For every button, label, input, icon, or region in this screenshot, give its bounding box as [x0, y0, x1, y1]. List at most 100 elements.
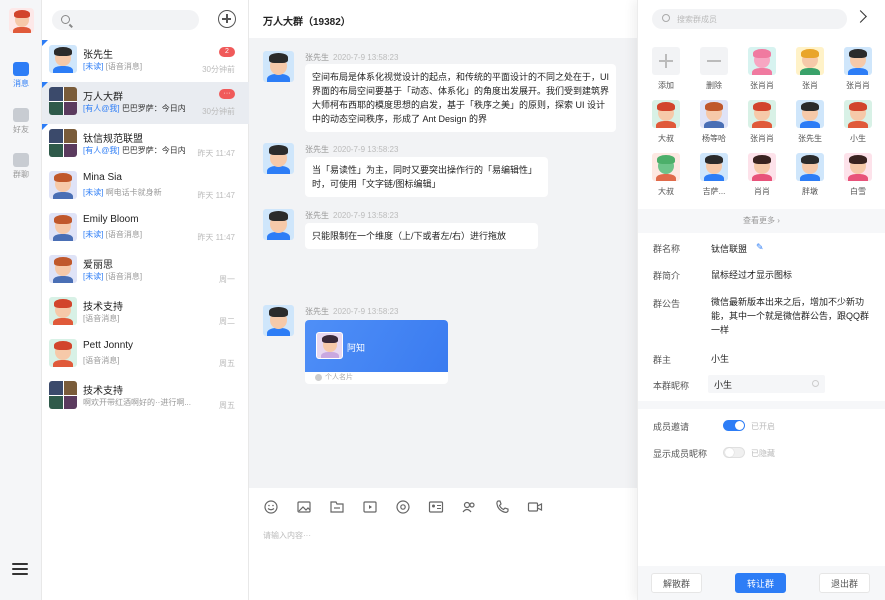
conversation-item[interactable]: 钛信规范联盟 [有人@我] 巴巴罗萨：今日内 昨天 11:47 [42, 124, 249, 166]
member-item[interactable]: 大叔 [648, 100, 684, 144]
message-input[interactable]: 请输入内容··· [263, 530, 311, 541]
divider [638, 401, 885, 409]
image-icon[interactable] [296, 499, 312, 515]
avatar [748, 100, 776, 128]
conversation-item[interactable]: Emily Bloom [未读] [语音消息] 昨天 11:47 [42, 208, 249, 250]
member-item[interactable]: 张肖肖 [744, 47, 780, 91]
conversation-name: 技术支持 [83, 386, 123, 397]
avatar [49, 339, 77, 367]
conversation-item[interactable]: 万人大群 [有人@我] 巴巴罗萨：今日内 30分钟前 ··· [42, 82, 249, 124]
intro-label: 群简介 [653, 271, 681, 281]
conversation-item[interactable]: 爱丽思 [未读] [语音消息] 周一 [42, 250, 249, 292]
member-item[interactable]: 大叔 [648, 153, 684, 197]
conversation-preview: [有人@我] 巴巴罗萨：今日内 [83, 103, 193, 114]
conversation-item[interactable]: 张先生 [未读] [语音消息] 30分钟前 2 [42, 40, 249, 82]
conversation-preview: [未读] [语音消息] [83, 271, 193, 282]
emoji-icon[interactable] [263, 499, 279, 515]
group-icon[interactable] [461, 499, 477, 515]
remove-member-button[interactable]: 删除 [696, 47, 732, 91]
unread-tag: [有人@我] [83, 146, 120, 155]
phone-icon[interactable] [494, 499, 510, 515]
conversation-item[interactable]: 技术支持 [语音消息] 周二 [42, 292, 249, 334]
intro-value: 鼠标经过才显示图标 [711, 270, 793, 280]
contact-card-icon[interactable] [428, 499, 444, 515]
conversation-item[interactable]: Pett Jonnty [语音消息] 周五 [42, 334, 249, 376]
view-more-link[interactable]: 查看更多 › [638, 209, 885, 233]
member-item[interactable]: 张肖肖 [840, 47, 876, 91]
preview-text: [语音消息] [105, 272, 143, 281]
member-item[interactable]: 胖墩 [792, 153, 828, 197]
add-member-button[interactable]: 添加 [648, 47, 684, 91]
conversation-time: 周五 [219, 401, 235, 410]
nav-item-friends[interactable]: 好友 [0, 108, 42, 135]
contact-card[interactable]: 阿知 个人名片 [305, 320, 448, 384]
add-icon[interactable] [218, 10, 236, 28]
show-nick-label: 显示成员昵称 [653, 449, 708, 459]
member-name: 大叔 [658, 187, 674, 196]
at-icon[interactable] [395, 499, 411, 515]
message-icon [13, 62, 29, 76]
conversation-item[interactable]: 技术支持 啊欢开带红酒啊好的··进行啊... 周五 [42, 376, 249, 418]
show-nick-state: 已隐藏 [751, 449, 775, 458]
member-name: 肖肖 [754, 187, 770, 196]
search-icon [61, 15, 70, 24]
conversation-name: 张先生 [83, 50, 113, 61]
member-item[interactable]: 小生 [840, 100, 876, 144]
member-item[interactable]: 白雪 [840, 153, 876, 197]
video-call-icon[interactable] [527, 499, 543, 515]
message-bubble: 只能限制在一个维度（上/下或者左/右）进行拖放 [305, 223, 538, 249]
conversation-name: 技术支持 [83, 302, 123, 313]
member-item[interactable]: 张肖 [792, 47, 828, 91]
member-item[interactable]: 杨等哈 [696, 100, 732, 144]
my-avatar[interactable] [9, 8, 34, 33]
group-name-value: 钛信联盟 [711, 244, 748, 254]
avatar [652, 153, 680, 181]
avatar[interactable] [263, 209, 294, 240]
nick-value: 小生 [714, 380, 733, 390]
dissolve-group-button[interactable]: 解散群 [651, 573, 702, 593]
search-input[interactable] [52, 10, 199, 30]
invite-toggle[interactable] [723, 420, 745, 431]
invite-label: 成员邀请 [653, 422, 690, 432]
menu-icon[interactable] [12, 563, 28, 575]
nav-item-messages[interactable]: 消息 [0, 62, 42, 89]
quit-group-button[interactable]: 退出群 [819, 573, 870, 593]
member-search-input[interactable]: 搜索群成员 [652, 9, 847, 29]
preview-text: [语音消息] [105, 62, 143, 71]
card-name: 阿知 [347, 343, 366, 353]
friends-icon [13, 108, 29, 122]
nick-input[interactable]: 小生 [708, 375, 825, 393]
avatar [49, 255, 77, 283]
search-placeholder: 搜索群成员 [677, 15, 717, 24]
invite-state: 已开启 [751, 422, 775, 431]
show-nick-toggle[interactable] [723, 447, 745, 458]
unread-tag: [未读] [83, 188, 104, 197]
preview-text: 巴巴罗萨：今日内 [121, 146, 186, 155]
message-meta: 张先生 2020-7-9 13:58:23 [305, 307, 399, 316]
nav-item-groups[interactable]: 群聊 [0, 153, 42, 180]
avatar[interactable] [263, 143, 294, 174]
conversation-preview: 啊欢开带红酒啊好的··进行啊... [83, 397, 193, 408]
message-meta: 张先生 2020-7-9 13:58:23 [305, 145, 399, 154]
file-icon[interactable] [329, 499, 345, 515]
chevron-right-icon[interactable] [854, 10, 867, 23]
conversation-time: 周一 [219, 275, 235, 284]
conversation-time: 昨天 11:47 [197, 233, 235, 242]
member-item[interactable]: 肖肖 [744, 153, 780, 197]
avatar [844, 100, 872, 128]
avatar[interactable] [263, 305, 294, 336]
conversation-item[interactable]: Mina Sia [未读] 啊电话卡就身新 昨天 11:47 [42, 166, 249, 208]
chat-area: 万人大群（19382） 张先生 2020-7-9 13:58:23 空间布局是体系… [249, 0, 637, 600]
preview-text: [语音消息] [83, 356, 120, 365]
avatar[interactable] [263, 51, 294, 82]
transfer-group-button[interactable]: 转让群 [735, 573, 786, 593]
conversation-name: Mina Sia [83, 172, 122, 183]
member-item[interactable]: 吉萨... [696, 153, 732, 197]
member-item[interactable]: 张先生 [792, 100, 828, 144]
member-item[interactable]: 张肖肖 [744, 100, 780, 144]
conversation-name: 爱丽思 [83, 260, 113, 271]
member-name: 白雪 [850, 187, 866, 196]
edit-icon[interactable]: ✎ [756, 242, 764, 253]
video-file-icon[interactable] [362, 499, 378, 515]
clear-icon[interactable] [812, 380, 819, 387]
